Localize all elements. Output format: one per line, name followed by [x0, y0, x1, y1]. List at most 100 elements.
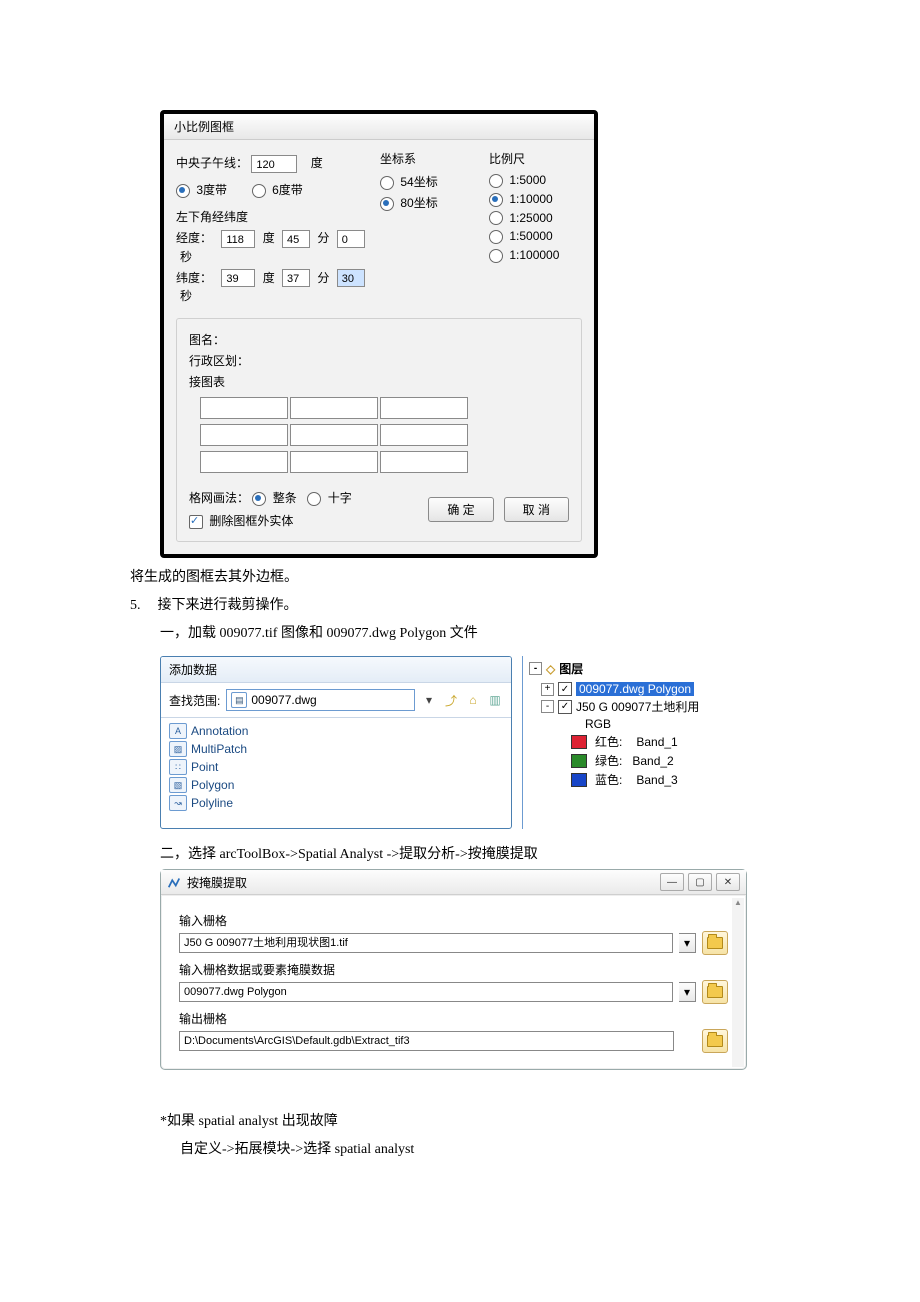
- radio-grid-full[interactable]: [252, 492, 266, 506]
- lat-min-input[interactable]: 37: [282, 269, 310, 287]
- radio-scale-10000[interactable]: [489, 193, 503, 207]
- grid-cross-label: 十字: [328, 491, 352, 505]
- browse-button[interactable]: [702, 1029, 728, 1053]
- gridlaw-label: 格网画法：: [189, 491, 249, 505]
- layer-checkbox[interactable]: [558, 682, 572, 696]
- collapse-icon[interactable]: -: [541, 700, 554, 713]
- body-line-3: 一，加载 009077.tif 图像和 009077.dwg Polygon 文…: [160, 622, 790, 642]
- connect-folder-icon[interactable]: ▥: [487, 692, 503, 708]
- radio-3-belt[interactable]: [176, 184, 190, 198]
- join-table: [199, 396, 569, 477]
- scale-50000-label: 1:50000: [509, 229, 552, 243]
- note-line-2: 自定义->拓展模块->选择 spatial analyst: [180, 1138, 790, 1158]
- collapse-icon[interactable]: -: [529, 662, 542, 675]
- radio-scale-100000[interactable]: [489, 249, 503, 263]
- join-cell[interactable]: [380, 397, 468, 419]
- up-folder-icon[interactable]: ⤴: [443, 692, 459, 708]
- radio-scale-50000[interactable]: [489, 230, 503, 244]
- lookin-value: 009077.dwg: [251, 693, 316, 707]
- browse-button[interactable]: [702, 931, 728, 955]
- join-cell[interactable]: [380, 424, 468, 446]
- lon-deg-input[interactable]: 118: [221, 230, 255, 248]
- radio-3-belt-label: 3度带: [196, 183, 227, 197]
- layer-checkbox[interactable]: [558, 700, 572, 714]
- layer-raster-label[interactable]: J50 G 009077土地利用: [576, 698, 699, 715]
- step-two-text: 二，选择 arcToolBox->Spatial Analyst ->提取分析-…: [160, 843, 790, 863]
- extract-by-mask-dialog: 按掩膜提取 — ▢ ✕ 输入栅格 J50 G 009077土地利用现状图1.ti…: [160, 869, 747, 1070]
- list-item-label: Polyline: [191, 796, 233, 810]
- small-scale-frame-dialog: 小比例图框 中央子午线： 120 度 3度带 6度带: [160, 110, 598, 558]
- list-item-label: Annotation: [191, 724, 248, 738]
- band-blue-label: 蓝色:: [595, 771, 622, 788]
- join-cell[interactable]: [290, 451, 378, 473]
- meridian-unit: 度: [311, 154, 323, 171]
- meridian-label: 中央子午线：: [176, 154, 248, 171]
- lon-label: 经度：: [176, 229, 218, 246]
- radio-scale-5000[interactable]: [489, 174, 503, 188]
- radio-80-label: 80坐标: [400, 196, 437, 210]
- output-raster-field[interactable]: D:\Documents\ArcGIS\Default.gdb\Extract_…: [179, 1031, 674, 1051]
- lon-min-input[interactable]: 45: [282, 230, 310, 248]
- mask-data-field[interactable]: 009077.dwg Polygon: [179, 982, 673, 1002]
- lon-min-unit: 分: [317, 229, 329, 246]
- radio-scale-25000[interactable]: [489, 211, 503, 225]
- home-icon[interactable]: ⌂: [465, 692, 481, 708]
- ok-button[interactable]: 确 定: [428, 497, 493, 522]
- corner-title: 左下角经纬度: [176, 208, 366, 225]
- join-cell[interactable]: [200, 451, 288, 473]
- rgb-label: RGB: [585, 717, 611, 731]
- join-cell[interactable]: [290, 397, 378, 419]
- check-delete-outer[interactable]: [189, 515, 203, 529]
- dialog-title-label: 小比例图框: [174, 120, 234, 134]
- polygon-icon: ▧: [169, 777, 187, 793]
- meridian-input[interactable]: 120: [251, 155, 297, 173]
- radio-grid-cross[interactable]: [307, 492, 321, 506]
- chevron-down-icon[interactable]: ▾: [421, 693, 437, 707]
- mask-data-label: 输入栅格数据或要素掩膜数据: [179, 961, 728, 978]
- band-green-label: 绿色:: [595, 752, 622, 769]
- list-item[interactable]: ▧ Polygon: [169, 776, 503, 794]
- add-data-title: 添加数据: [161, 657, 511, 683]
- green-swatch-icon: [571, 754, 587, 768]
- lookin-label: 查找范围:: [169, 692, 220, 709]
- input-raster-field[interactable]: J50 G 009077土地利用现状图1.tif: [179, 933, 673, 953]
- scale-5000-label: 1:5000: [509, 173, 546, 187]
- multipatch-icon: ▨: [169, 741, 187, 757]
- radio-54-coord[interactable]: [380, 176, 394, 190]
- input-raster-label: 输入栅格: [179, 912, 728, 929]
- minimize-button[interactable]: —: [660, 873, 684, 891]
- expand-icon[interactable]: +: [541, 683, 554, 696]
- radio-80-coord[interactable]: [380, 197, 394, 211]
- chevron-down-icon[interactable]: ▾: [679, 933, 696, 953]
- list-item[interactable]: A Annotation: [169, 722, 503, 740]
- chevron-down-icon[interactable]: ▾: [679, 982, 696, 1002]
- list-item[interactable]: ↝ Polyline: [169, 794, 503, 812]
- lat-sec-input[interactable]: 30: [337, 269, 365, 287]
- lon-sec-input[interactable]: 0: [337, 230, 365, 248]
- band-green-name: Band_2: [632, 754, 673, 768]
- layer-polygon-label[interactable]: 009077.dwg Polygon: [576, 682, 694, 696]
- lookin-dropdown[interactable]: ▤ 009077.dwg: [226, 689, 415, 711]
- list-item-label: MultiPatch: [191, 742, 247, 756]
- lon-deg-unit: 度: [263, 229, 275, 246]
- annotation-icon: A: [169, 723, 187, 739]
- list-item[interactable]: ∷ Point: [169, 758, 503, 776]
- join-cell[interactable]: [290, 424, 378, 446]
- band-blue-name: Band_3: [636, 773, 677, 787]
- check-delete-outer-label: 删除图框外实体: [209, 514, 293, 528]
- join-cell[interactable]: [200, 424, 288, 446]
- browse-button[interactable]: [702, 980, 728, 1004]
- maximize-button[interactable]: ▢: [688, 873, 712, 891]
- list-item[interactable]: ▨ MultiPatch: [169, 740, 503, 758]
- join-cell[interactable]: [200, 397, 288, 419]
- join-cell[interactable]: [380, 451, 468, 473]
- scrollbar[interactable]: [732, 898, 744, 1067]
- close-button[interactable]: ✕: [716, 873, 740, 891]
- coord-title: 坐标系: [380, 150, 475, 167]
- dialog-title: 小比例图框: [164, 114, 594, 140]
- grid-full-label: 整条: [273, 491, 297, 505]
- lat-deg-input[interactable]: 39: [221, 269, 255, 287]
- radio-6-belt[interactable]: [252, 184, 266, 198]
- cancel-button[interactable]: 取 消: [504, 497, 569, 522]
- lon-sec-unit: 秒: [180, 248, 192, 265]
